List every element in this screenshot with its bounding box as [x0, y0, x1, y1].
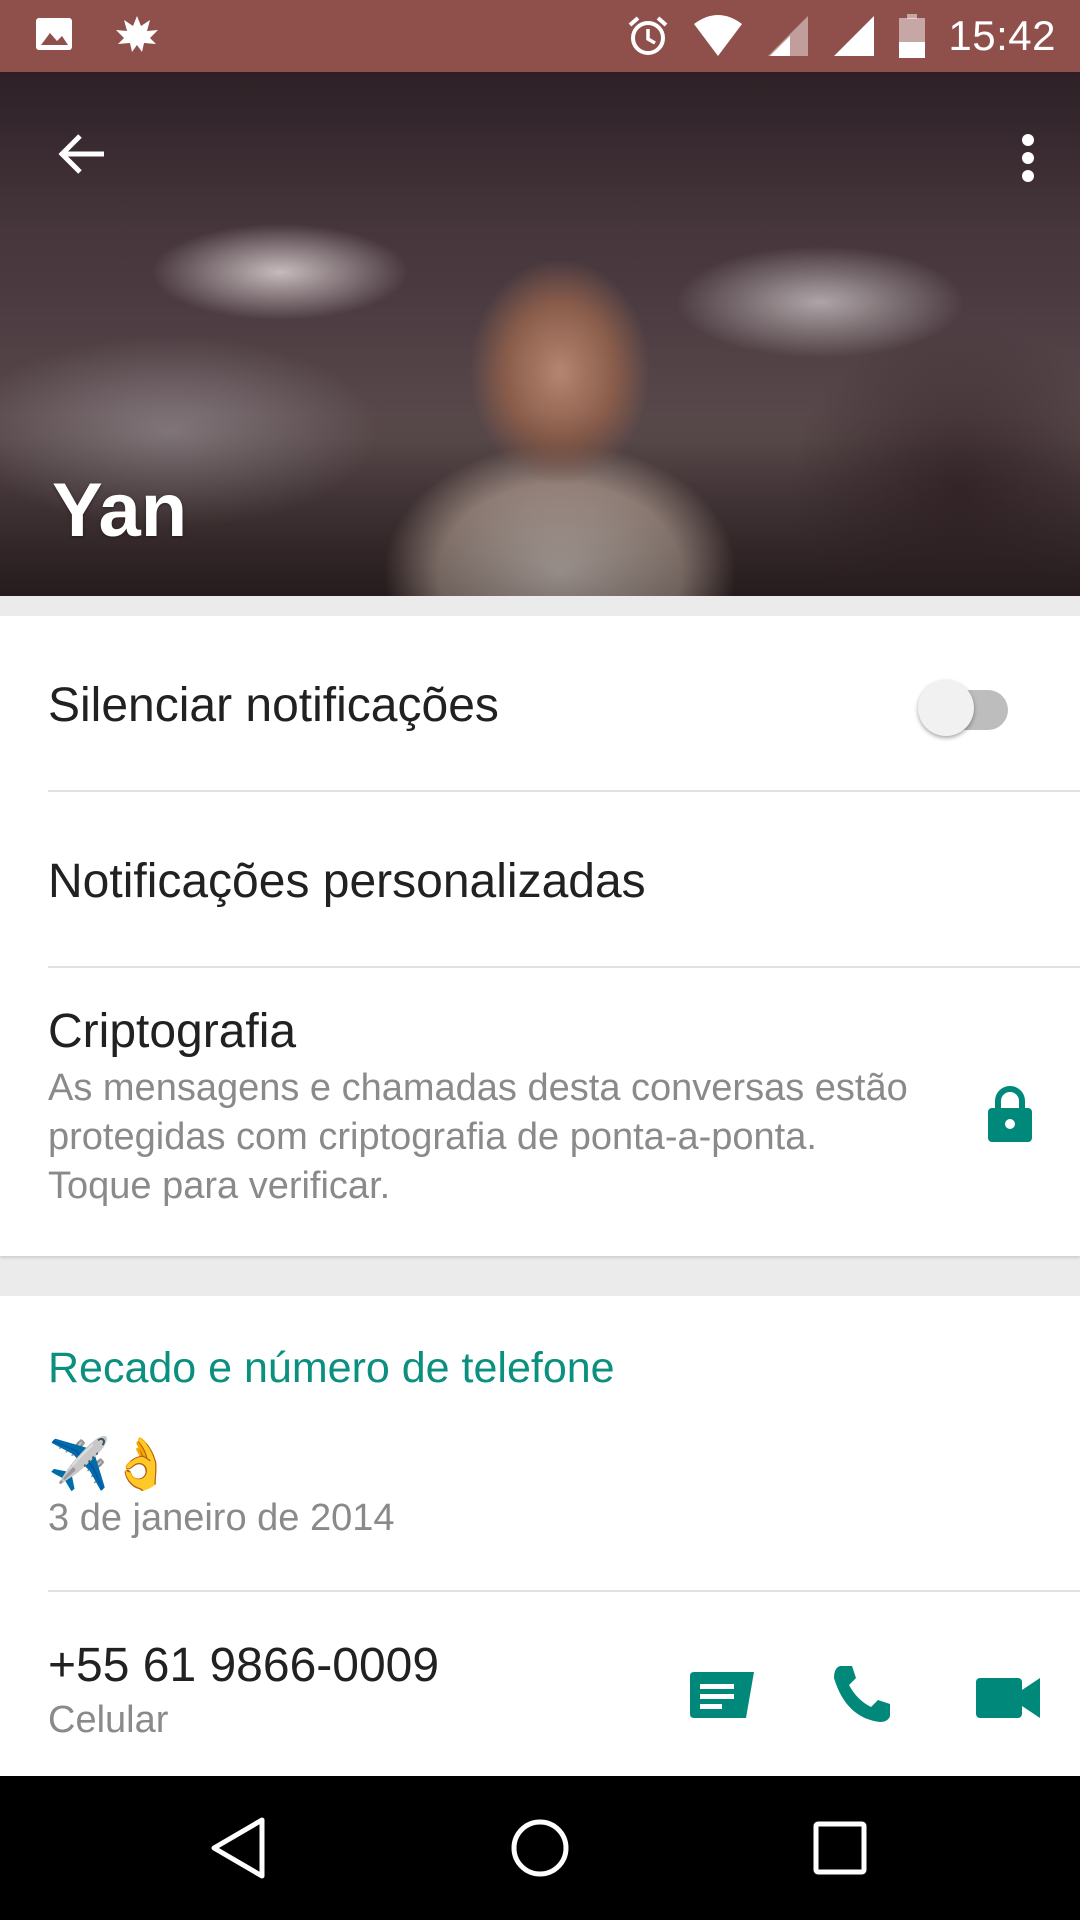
more-vert-icon[interactable]	[1002, 128, 1054, 188]
navigation-bar	[0, 1776, 1080, 1920]
custom-notifications-row[interactable]: Notificações personalizadas	[48, 854, 1080, 918]
custom-notifications-label: Notificações personalizadas	[48, 855, 646, 908]
status-bar-left	[34, 14, 160, 56]
call-icon[interactable]	[826, 1660, 898, 1724]
toggle-thumb	[918, 680, 974, 736]
contact-header: Yan	[0, 72, 1080, 596]
status-bar-right: 15:42	[626, 12, 1056, 60]
signal-icon	[834, 16, 875, 56]
phone-row[interactable]: +55 61 9866-0009 Celular	[48, 1638, 680, 1745]
battery-icon	[899, 14, 926, 58]
message-icon[interactable]	[686, 1668, 758, 1732]
encryption-description: As mensagens e chamadas desta conversas …	[48, 1067, 908, 1207]
status-bar: 15:42	[0, 0, 1080, 72]
encryption-title: Criptografia	[48, 1005, 297, 1058]
wifi-icon	[694, 15, 743, 56]
divider	[48, 790, 1080, 792]
home-nav-icon[interactable]	[504, 1812, 576, 1884]
encryption-row[interactable]: Criptografia As mensagens e chamadas des…	[48, 1004, 930, 1211]
videocam-icon[interactable]	[972, 1668, 1044, 1732]
lock-icon[interactable]	[986, 1084, 1034, 1144]
notification-settings-card: Silenciar notificações Notificações pers…	[0, 616, 1080, 1256]
mute-toggle[interactable]	[918, 674, 1014, 738]
signal-icon	[768, 16, 809, 56]
section-header: Recado e número de telefone	[48, 1342, 1080, 1394]
phone-number: +55 61 9866-0009	[48, 1639, 440, 1692]
alarm-icon	[629, 16, 668, 55]
section-title: Recado e número de telefone	[48, 1344, 615, 1392]
divider	[48, 1590, 1080, 1592]
leaf-icon	[116, 16, 158, 52]
phone-type: Celular	[48, 1699, 169, 1741]
back-nav-icon[interactable]	[204, 1812, 276, 1884]
about-status-text: ✈️👌	[48, 1435, 173, 1493]
about-phone-card: Recado e número de telefone ✈️👌 3 de jan…	[0, 1296, 1080, 1776]
arrow-back-icon[interactable]	[52, 124, 112, 184]
divider	[48, 966, 1080, 968]
status-time: 15:42	[948, 12, 1056, 59]
about-status-date: 3 de janeiro de 2014	[48, 1497, 395, 1539]
recents-nav-icon[interactable]	[804, 1812, 876, 1884]
status-row[interactable]: ✈️👌 3 de janeiro de 2014	[48, 1434, 1080, 1543]
contact-name: Yan	[52, 468, 188, 553]
image-icon	[36, 18, 72, 50]
